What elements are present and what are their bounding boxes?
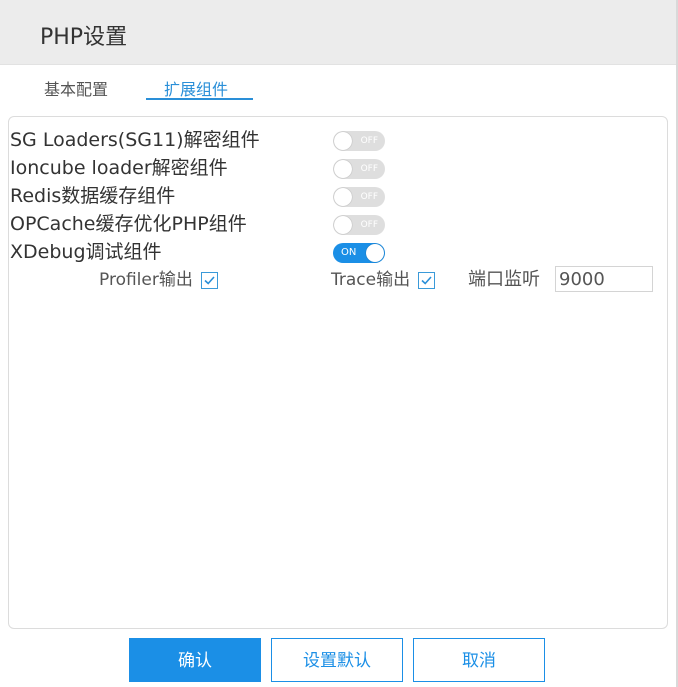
toggle-state-text: OFF (360, 136, 378, 146)
component-row-sg11: SG Loaders(SG11)解密组件 (10, 126, 260, 154)
toggle-knob (334, 188, 352, 206)
toggle-state-text: OFF (360, 164, 378, 174)
toggle-redis[interactable]: OFF (333, 187, 385, 207)
component-row-opcache: OPCache缓存优化PHP组件 (10, 210, 247, 238)
profiler-option: Profiler输出 (99, 266, 218, 294)
component-row-ioncube: Ioncube loader解密组件 (10, 154, 228, 182)
set-default-button[interactable]: 设置默认 (271, 638, 403, 682)
php-settings-dialog: PHP设置 基本配置 扩展组件 SG Loaders(SG11)解密组件 OFF… (0, 0, 678, 687)
toggle-knob (334, 132, 352, 150)
toggle-state-text: OFF (360, 220, 378, 230)
confirm-button[interactable]: 确认 (129, 638, 261, 682)
component-label-sg11: SG Loaders(SG11)解密组件 (10, 129, 260, 151)
component-label-redis: Redis数据缓存组件 (10, 185, 176, 207)
tab-bar: 基本配置 扩展组件 (0, 64, 678, 104)
dialog-title: PHP设置 (40, 25, 128, 50)
check-icon (421, 275, 432, 285)
component-label-xdebug: XDebug调试组件 (10, 241, 162, 263)
toggle-knob (334, 216, 352, 234)
toggle-xdebug[interactable]: ON (333, 243, 385, 263)
title-bar: PHP设置 (0, 0, 678, 65)
trace-checkbox[interactable] (418, 271, 436, 289)
check-icon (204, 275, 215, 285)
cancel-button[interactable]: 取消 (413, 638, 545, 682)
component-row-redis: Redis数据缓存组件 (10, 182, 175, 210)
component-label-opcache: OPCache缓存优化PHP组件 (10, 213, 247, 235)
toggle-state-text: ON (341, 247, 357, 258)
port-label: 端口监听 (468, 269, 540, 290)
trace-label: Trace输出 (331, 270, 411, 290)
tab-basic-config[interactable]: 基本配置 (44, 76, 108, 100)
component-row-xdebug: XDebug调试组件 (10, 238, 162, 266)
component-label-ioncube: Ioncube loader解密组件 (10, 157, 228, 179)
toggle-ioncube[interactable]: OFF (333, 159, 385, 179)
toggle-sg11[interactable]: OFF (333, 131, 385, 151)
toggle-state-text: OFF (360, 192, 378, 202)
trace-option: Trace输出 (331, 266, 436, 294)
active-tab-indicator (146, 98, 253, 100)
profiler-label: Profiler输出 (99, 270, 193, 290)
toggle-opcache[interactable]: OFF (333, 215, 385, 235)
toggle-knob (334, 160, 352, 178)
toggle-knob (366, 244, 384, 262)
profiler-checkbox[interactable] (200, 271, 218, 289)
port-input[interactable] (555, 266, 653, 292)
tab-extensions[interactable]: 扩展组件 (164, 76, 228, 100)
